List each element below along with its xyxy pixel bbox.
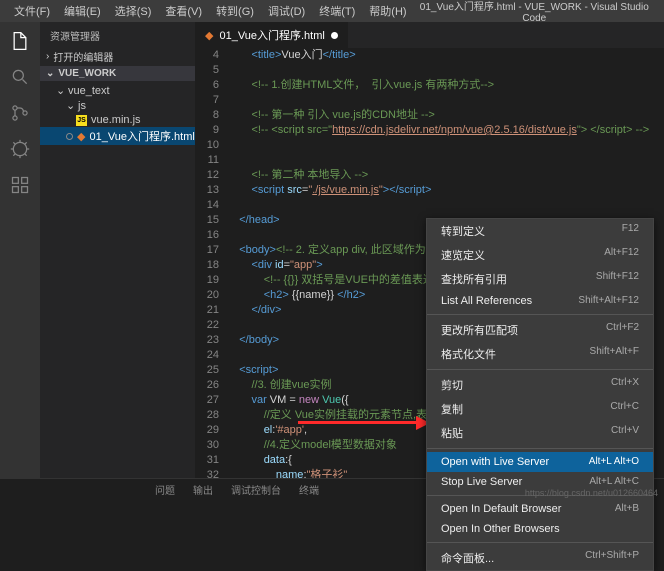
context-menu-item[interactable]: 复制Ctrl+C — [427, 397, 653, 421]
explorer-icon[interactable] — [9, 30, 31, 52]
menu-item[interactable]: 转到(G) — [210, 1, 260, 21]
context-menu-item[interactable]: 更改所有匹配项Ctrl+F2 — [427, 318, 653, 342]
context-menu-item[interactable]: 速览定义Alt+F12 — [427, 243, 653, 267]
tree-item[interactable]: ⌄js — [40, 98, 195, 113]
sidebar: 资源管理器 ›打开的编辑器 ⌄VUE_WORK ⌄vue_text⌄jsJSvu… — [40, 22, 195, 478]
context-menu-item[interactable]: 查找所有引用Shift+F12 — [427, 267, 653, 291]
context-menu-item[interactable]: 剪切Ctrl+X — [427, 373, 653, 397]
watermark: https://blog.csdn.net/u012660464 — [525, 488, 658, 498]
search-icon[interactable] — [9, 66, 31, 88]
context-menu-item[interactable]: List All ReferencesShift+Alt+F12 — [427, 291, 653, 311]
context-menu-item[interactable]: 格式化文件Shift+Alt+F — [427, 342, 653, 366]
modified-dot-icon — [331, 32, 338, 39]
editor-tab[interactable]: ◆ 01_Vue入门程序.html — [195, 22, 349, 48]
context-menu-item[interactable]: 命令面板...Ctrl+Shift+P — [427, 546, 653, 570]
titlebar: 文件(F)编辑(E)选择(S)查看(V)转到(G)调试(D)终端(T)帮助(H)… — [0, 0, 664, 22]
context-menu-item[interactable]: Open with Live ServerAlt+L Alt+O — [427, 452, 653, 472]
activity-bar — [0, 22, 40, 478]
menu-item[interactable]: 终端(T) — [313, 1, 361, 21]
open-editors-section[interactable]: ›打开的编辑器 — [40, 47, 195, 66]
file-tree: ⌄vue_text⌄jsJSvue.min.js◆01_Vue入门程序.html — [40, 81, 195, 147]
context-menu-item[interactable]: Open In Other Browsers — [427, 519, 653, 539]
debug-icon[interactable] — [9, 138, 31, 160]
project-root[interactable]: ⌄VUE_WORK — [40, 66, 195, 81]
menu-item[interactable]: 编辑(E) — [58, 1, 107, 21]
html-icon: ◆ — [205, 29, 213, 42]
menu-item[interactable]: 帮助(H) — [363, 1, 412, 21]
menu-item[interactable]: 文件(F) — [8, 1, 56, 21]
menu-item[interactable]: 选择(S) — [109, 1, 158, 21]
context-menu-item[interactable]: Open In Default BrowserAlt+B — [427, 499, 653, 519]
source-control-icon[interactable] — [9, 102, 31, 124]
panel-tab[interactable]: 终端 — [299, 482, 319, 497]
context-menu-item[interactable]: 转到定义F12 — [427, 219, 653, 243]
panel-tab[interactable]: 问题 — [155, 482, 175, 497]
tree-item[interactable]: JSvue.min.js — [40, 113, 195, 127]
menubar: 文件(F)编辑(E)选择(S)查看(V)转到(G)调试(D)终端(T)帮助(H) — [8, 1, 413, 21]
extensions-icon[interactable] — [9, 174, 31, 196]
context-menu-item[interactable]: 粘贴Ctrl+V — [427, 421, 653, 445]
editor-tabs: ◆ 01_Vue入门程序.html — [195, 22, 664, 48]
menu-item[interactable]: 查看(V) — [159, 1, 208, 21]
context-menu: 转到定义F12速览定义Alt+F12查找所有引用Shift+F12List Al… — [426, 218, 654, 571]
panel-tab[interactable]: 输出 — [193, 482, 213, 497]
menu-item[interactable]: 调试(D) — [262, 1, 311, 21]
sidebar-title: 资源管理器 — [40, 22, 195, 47]
panel-tab[interactable]: 调试控制台 — [231, 482, 281, 497]
annotation-arrow — [298, 416, 430, 430]
tab-label: 01_Vue入门程序.html — [219, 27, 324, 43]
tree-item[interactable]: ◆01_Vue入门程序.html — [40, 127, 195, 145]
tree-item[interactable]: ⌄vue_text — [40, 83, 195, 98]
line-gutter: 4567891011121314151617181920212223242526… — [195, 48, 227, 478]
window-title: 01_Vue入门程序.html - VUE_WORK - Visual Stud… — [413, 0, 656, 24]
